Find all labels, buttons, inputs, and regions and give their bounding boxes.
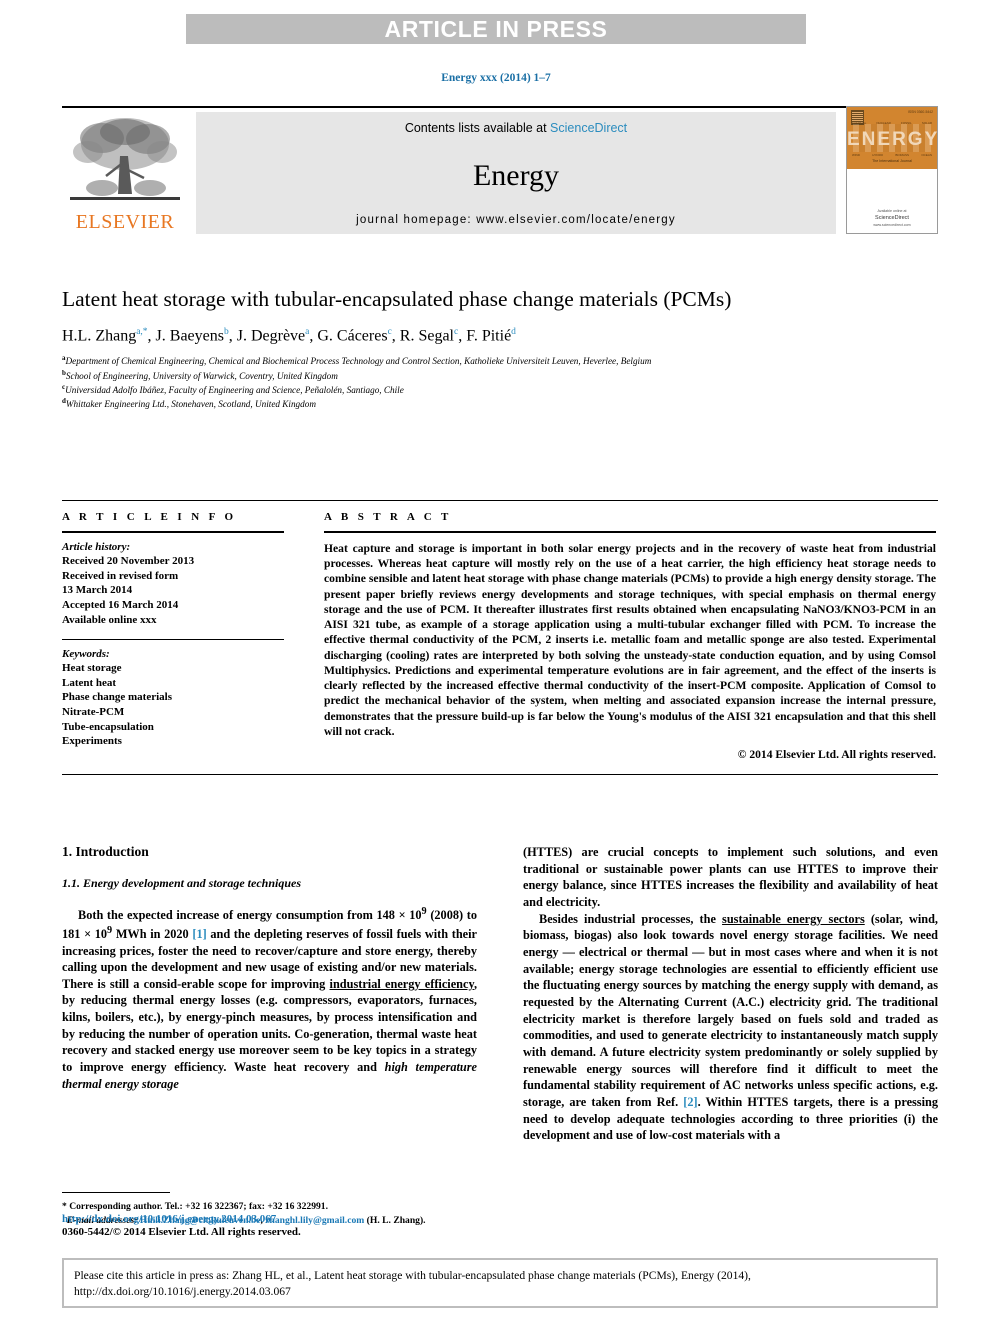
cover-label: OCEAN [921,153,932,157]
body-paragraph-right-2: Besides industrial processes, the sustai… [523,911,938,1144]
author-list: H.L. Zhanga,*, J. Baeyensb, J. Degrèvea,… [62,327,516,345]
section-heading-introduction: 1. Introduction [62,844,149,859]
citation-ref-2[interactable]: [2] [683,1095,697,1109]
cover-subtitle: The International Journal [872,159,912,163]
article-history-item: Received in revised form [62,569,179,582]
article-in-press-banner: ARTICLE IN PRESS [186,14,806,44]
elsevier-tree-icon [70,118,180,200]
journal-title: Energy [472,158,560,192]
cover-footer: Available online at ScienceDirect www.sc… [847,209,937,228]
keyword-item: Nitrate-PCM [62,706,125,718]
journal-info-box: Contents lists available at ScienceDirec… [196,112,836,234]
sciencedirect-link[interactable]: ScienceDirect [550,121,627,135]
journal-cover-thumbnail: ISSN 0360-5442 THERMAL NUCLEAR FOSSIL SO… [846,106,938,234]
running-head: Energy xxx (2014) 1–7 [441,72,551,84]
cover-issn: ISSN 0360-5442 [907,110,933,114]
citation-text: Please cite this article in press as: Zh… [74,1269,751,1299]
underlined-phrase-2: sustainable energy sectors [722,911,865,926]
elsevier-logo: ELSEVIER [62,112,188,234]
elsevier-wordmark: ELSEVIER [75,211,175,233]
abstract-heading: A B S T R A C T [324,511,452,523]
cover-top-panel: ISSN 0360-5442 THERMAL NUCLEAR FOSSIL SO… [847,107,937,169]
keyword-item: Phase change materials [62,691,172,704]
citation-ref-1[interactable]: [1] [192,927,206,941]
article-info-column: A R T I C L E I N F O Article history: R… [62,511,284,761]
para-frag: Besides industrial processes, the [539,911,723,926]
author-name: G. Cáceres [317,327,388,345]
cover-bottom-panel: Available online at ScienceDirect www.sc… [847,169,937,233]
para-frag: MWh in 2020 [112,926,193,941]
affiliation-item: cUniversidad Adolfo Ibáñez, Faculty of E… [62,383,938,397]
abstract-rule [324,531,936,533]
author-affil-mark: c [387,327,392,338]
article-history-item: Accepted 16 March 2014 [62,598,179,611]
keywords-rule [62,639,284,641]
author-affil-mark: a [305,327,310,338]
author-name: F. Pitié [466,327,512,345]
keyword-item: Tube-encapsulation [62,720,154,733]
subsection-heading: 1.1. Energy development and storage tech… [62,876,301,890]
author-name: H.L. Zhang [62,327,137,345]
cover-topic-labels-bottom: WIND HYDRO BIOMASS OCEAN [852,153,932,157]
para-frag: Both the expected increase of energy con… [78,908,422,923]
footnote-rule [62,1192,170,1193]
page-title: Latent heat storage with tubular-encapsu… [62,287,732,311]
info-abstract-region: A R T I C L E I N F O Article history: R… [62,500,938,776]
abstract-copyright: © 2014 Elsevier Ltd. All rights reserved… [737,748,936,762]
affiliation-item: aDepartment of Chemical Engineering, Che… [62,354,938,368]
article-history-item: Received 20 November 2013 [62,555,195,567]
cover-label: WIND [852,153,860,157]
contents-lists-prefix: Contents lists available at [404,121,551,135]
contents-lists-line: Contents lists available at ScienceDirec… [405,121,627,135]
affiliation-item: dWhittaker Engineering Ltd., Stonehaven,… [62,397,938,411]
article-info-rule [62,531,284,533]
doi-link[interactable]: http://dx.doi.org/10.1016/j.energy.2014.… [62,1213,502,1225]
info-abstract-bottom-rule [62,774,938,776]
author-affil-mark: b [223,327,229,338]
author-name: J. Baeyens [155,327,224,345]
keyword-item: Latent heat [62,676,117,689]
cover-title: ENERGY [847,129,938,150]
article-history-item: 13 March 2014 [62,584,133,597]
body-columns: 1. Introduction 1.1. Energy development … [62,844,938,1226]
keyword-item: Experiments [62,735,122,748]
abstract-text: Heat capture and storage is important in… [324,542,936,738]
cover-label: HYDRO [872,153,884,157]
body-paragraph-right-1: (HTTES) are crucial concepts to implemen… [523,845,938,909]
affiliation-list: aDepartment of Chemical Engineering, Che… [62,354,938,411]
author-affil-mark: c [454,327,459,338]
affiliation-text: Universidad Adolfo Ibáñez, Faculty of En… [65,384,404,395]
cover-footer-url: www.sciencedirect.com [873,222,911,227]
affiliation-text: Department of Chemical Engineering, Chem… [65,356,652,367]
author-name: R. Segal [399,327,454,345]
article-history-item: Available online xxx [62,613,157,626]
citation-box: Please cite this article in press as: Zh… [62,1258,938,1308]
body-paragraph-left: Both the expected increase of energy con… [62,905,477,1092]
issn-copyright-line: 0360-5442/© 2014 Elsevier Ltd. All right… [62,1226,301,1238]
article-history-label: Article history: [62,541,131,553]
author-name: J. Degrève [236,327,306,345]
affiliation-item: bSchool of Engineering, University of Wa… [62,369,938,383]
body-column-left: 1. Introduction 1.1. Energy development … [62,844,477,1226]
abstract-column: A B S T R A C T Heat capture and storage… [324,511,936,761]
keyword-item: Heat storage [62,662,122,675]
affiliation-text: School of Engineering, University of War… [65,370,338,381]
journal-masthead: ELSEVIER Contents lists available at Sci… [62,106,938,234]
body-column-right: (HTTES) are crucial concepts to implemen… [523,844,938,1144]
masthead-top-rule [62,106,938,108]
article-in-press-label: ARTICLE IN PRESS [384,15,608,42]
doi-footer: http://dx.doi.org/10.1016/j.energy.2014.… [62,1213,502,1238]
keywords-label: Keywords: [62,648,110,661]
article-info-heading: A R T I C L E I N F O [62,511,237,523]
cover-footer-brand: ScienceDirect [875,215,909,222]
affiliation-text: Whittaker Engineering Ltd., Stonehaven, … [65,398,316,409]
para-frag: (solar, wind, biomass, biogas) also look… [523,911,938,1109]
title-block: Latent heat storage with tubular-encapsu… [62,286,938,411]
journal-homepage-link[interactable]: journal homepage: www.elsevier.com/locat… [356,214,676,226]
cover-label: BIOMASS [895,153,910,157]
author-affil-mark: d [511,327,516,338]
author-affil-mark: a,* [136,327,148,338]
underlined-phrase-1: industrial energy efficiency [329,976,474,991]
info-abstract-top-rule [62,500,938,501]
